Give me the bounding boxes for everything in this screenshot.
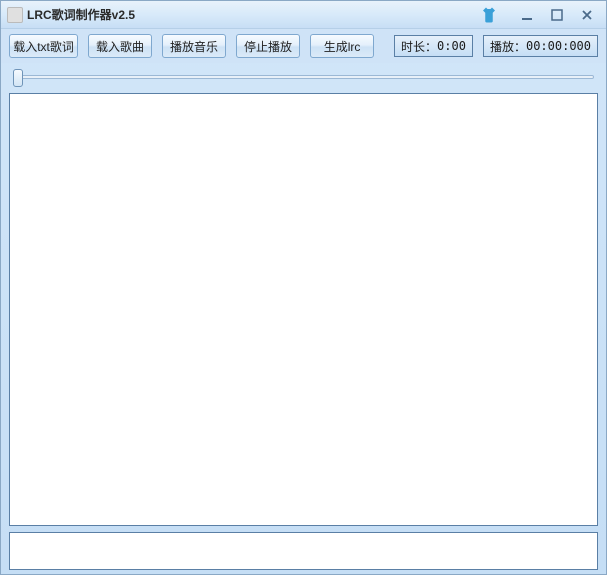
skin-icon[interactable] (480, 6, 498, 24)
duration-value: 0:00 (437, 39, 466, 53)
content-area (9, 93, 598, 570)
duration-label: 时长： (401, 38, 437, 55)
window-title: LRC歌词制作器v2.5 (27, 6, 135, 23)
app-icon (7, 7, 23, 23)
generate-lrc-button[interactable]: 生成lrc (310, 34, 374, 58)
app-window: LRC歌词制作器v2.5 载入txt歌词 载入歌曲 播放音乐 停止播放 生成lr… (0, 0, 607, 575)
load-txt-button[interactable]: 载入txt歌词 (9, 34, 78, 58)
status-textarea[interactable] (9, 532, 598, 570)
load-song-button[interactable]: 载入歌曲 (88, 34, 152, 58)
toolbar: 载入txt歌词 载入歌曲 播放音乐 停止播放 生成lrc 时长：0:00 播放：… (1, 29, 606, 63)
seek-area (1, 63, 606, 87)
close-button[interactable] (574, 6, 600, 24)
position-value: 00:00:000 (526, 39, 591, 53)
play-button[interactable]: 播放音乐 (162, 34, 226, 58)
position-label: 播放： (490, 38, 526, 55)
maximize-button[interactable] (544, 6, 570, 24)
minimize-button[interactable] (514, 6, 540, 24)
lyrics-textarea[interactable] (9, 93, 598, 526)
seek-thumb[interactable] (13, 69, 23, 87)
stop-button[interactable]: 停止播放 (236, 34, 300, 58)
seek-slider[interactable] (13, 68, 594, 86)
seek-track (13, 75, 594, 79)
duration-display: 时长：0:00 (394, 35, 473, 57)
position-display: 播放：00:00:000 (483, 35, 598, 57)
titlebar[interactable]: LRC歌词制作器v2.5 (1, 1, 606, 29)
